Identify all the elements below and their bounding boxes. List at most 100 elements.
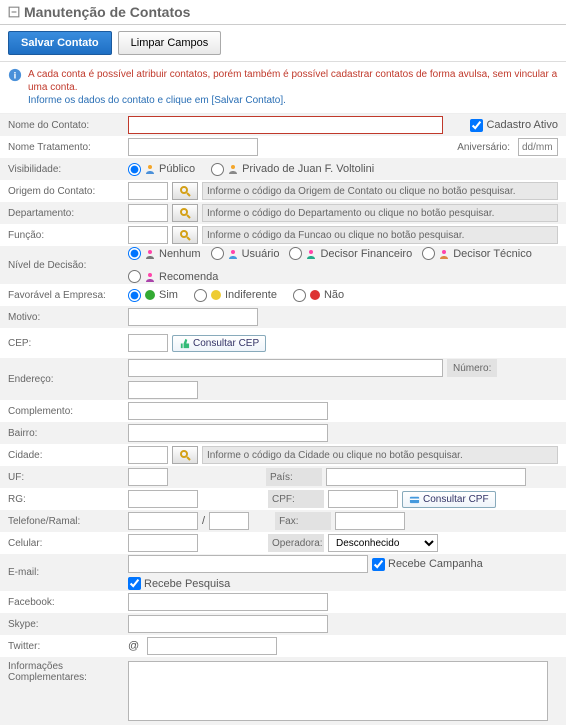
page-title: Manutenção de Contatos xyxy=(24,4,190,20)
fv-sim-label: Sim xyxy=(159,289,178,301)
row-bairro: Bairro: xyxy=(0,422,566,444)
nv-nenhum-label: Nenhum xyxy=(159,248,201,260)
origem-code-input[interactable] xyxy=(128,182,168,200)
celular-input[interactable] xyxy=(128,534,198,552)
label-celular: Celular: xyxy=(8,538,128,549)
nv-nenhum-radio[interactable] xyxy=(128,247,141,260)
tratamento-input[interactable] xyxy=(128,138,258,156)
fv-nao-label: Não xyxy=(324,289,344,301)
thumbs-up-icon xyxy=(179,338,190,349)
row-cidade: Cidade: Informe o código da Cidade ou cl… xyxy=(0,444,566,466)
label-twitter: Twitter: xyxy=(8,641,128,652)
facebook-input[interactable] xyxy=(128,593,328,611)
recebe-campanha-checkbox[interactable] xyxy=(372,558,385,571)
complemento-input[interactable] xyxy=(128,402,328,420)
aniversario-input[interactable] xyxy=(518,138,558,156)
person-icon xyxy=(144,248,156,260)
label-pais: País: xyxy=(266,468,322,486)
fv-nao-radio[interactable] xyxy=(293,289,306,302)
nv-rec-label: Recomenda xyxy=(159,271,218,283)
page-header: Manutenção de Contatos xyxy=(0,0,566,25)
label-funcao: Função: xyxy=(8,230,128,241)
label-skype: Skype: xyxy=(8,619,128,630)
vis-privado-radio[interactable] xyxy=(211,163,224,176)
label-nome: Nome do Contato: xyxy=(8,120,128,131)
label-telefone: Telefone/Ramal: xyxy=(8,516,128,527)
nv-rec-radio[interactable] xyxy=(128,270,141,283)
bairro-input[interactable] xyxy=(128,424,328,442)
nv-fin-radio[interactable] xyxy=(289,247,302,260)
motivo-input xyxy=(128,308,258,326)
recebe-pesquisa-label: Recebe Pesquisa xyxy=(144,578,230,590)
recebe-pesquisa-checkbox[interactable] xyxy=(128,577,141,590)
vis-publico-radio[interactable] xyxy=(128,163,141,176)
email-input[interactable] xyxy=(128,555,368,573)
card-icon xyxy=(409,494,420,505)
origem-lookup-button[interactable] xyxy=(172,182,198,200)
cidade-code-input[interactable] xyxy=(128,446,168,464)
clear-button[interactable]: Limpar Campos xyxy=(118,31,222,55)
label-cpf: CPF: xyxy=(268,490,324,508)
red-dot-icon xyxy=(309,289,321,301)
row-nivel: Nível de Decisão: Nenhum Usuário Decisor… xyxy=(0,246,566,284)
label-numero: Número: xyxy=(447,359,497,377)
fv-sim-radio[interactable] xyxy=(128,289,141,302)
depto-lookup-button[interactable] xyxy=(172,204,198,222)
label-aniversario: Aniversário: xyxy=(457,142,510,153)
save-button[interactable]: Salvar Contato xyxy=(8,31,112,55)
cadastro-ativo-checkbox[interactable] xyxy=(470,119,483,132)
label-motivo: Motivo: xyxy=(8,312,128,323)
cadastro-ativo-label: Cadastro Ativo xyxy=(486,119,558,131)
label-operadora: Operadora: xyxy=(268,534,324,552)
cep-input[interactable] xyxy=(128,334,168,352)
nv-tec-label: Decisor Técnico xyxy=(453,248,532,260)
depto-hint: Informe o código do Departamento ou cliq… xyxy=(202,204,558,222)
person-icon xyxy=(438,248,450,260)
nv-usuario-radio[interactable] xyxy=(211,247,224,260)
funcao-hint: Informe o código da Funcao ou clique no … xyxy=(202,226,558,244)
nv-tec-radio[interactable] xyxy=(422,247,435,260)
uf-input xyxy=(128,468,168,486)
recebe-campanha-label: Recebe Campanha xyxy=(388,558,483,570)
label-departamento: Departamento: xyxy=(8,208,128,219)
vis-privado-label: Privado de Juan F. Voltolini xyxy=(242,163,374,175)
collapse-icon xyxy=(8,6,20,18)
cidade-lookup-button[interactable] xyxy=(172,446,198,464)
fax-input[interactable] xyxy=(335,512,405,530)
label-favoravel: Favorável a Empresa: xyxy=(8,290,128,301)
cpf-input[interactable] xyxy=(328,490,398,508)
funcao-code-input[interactable] xyxy=(128,226,168,244)
green-dot-icon xyxy=(144,289,156,301)
cidade-hint: Informe o código da Cidade ou clique no … xyxy=(202,446,558,464)
person-icon xyxy=(227,248,239,260)
origem-hint: Informe o código da Origem de Contato ou… xyxy=(202,182,558,200)
operadora-select[interactable]: Desconhecido xyxy=(328,534,438,552)
label-fax: Fax: xyxy=(275,512,331,530)
consultar-cpf-button[interactable]: Consultar CPF xyxy=(402,491,496,508)
endereco-input[interactable] xyxy=(128,359,443,377)
consultar-cep-button[interactable]: Consultar CEP xyxy=(172,335,266,352)
row-info-comp: Informações Complementares: xyxy=(0,657,566,725)
rg-input[interactable] xyxy=(128,490,198,508)
telefone-input[interactable] xyxy=(128,512,198,530)
depto-code-input[interactable] xyxy=(128,204,168,222)
label-email: E-mail: xyxy=(8,567,128,578)
info-comp-textarea[interactable] xyxy=(128,661,548,721)
row-visibilidade: Visibilidade: Público Privado de Juan F.… xyxy=(0,158,566,180)
row-tratamento: Nome Tratamento: Aniversário: xyxy=(0,136,566,158)
form: Nome do Contato: Cadastro Ativo Nome Tra… xyxy=(0,114,566,725)
fv-ind-radio[interactable] xyxy=(194,289,207,302)
funcao-lookup-button[interactable] xyxy=(172,226,198,244)
ramal-input[interactable] xyxy=(209,512,249,530)
skype-input[interactable] xyxy=(128,615,328,633)
info-icon: i xyxy=(8,68,22,82)
row-facebook: Facebook: xyxy=(0,591,566,613)
twitter-input[interactable] xyxy=(147,637,277,655)
row-rg: RG: CPF: Consultar CPF xyxy=(0,488,566,510)
nv-usuario-label: Usuário xyxy=(242,248,280,260)
numero-input[interactable] xyxy=(128,381,198,399)
row-email: E-mail: Recebe Campanha Recebe Pesquisa xyxy=(0,554,566,591)
at-symbol: @ xyxy=(128,640,139,652)
label-tratamento: Nome Tratamento: xyxy=(8,142,128,153)
nome-input[interactable] xyxy=(128,116,443,134)
